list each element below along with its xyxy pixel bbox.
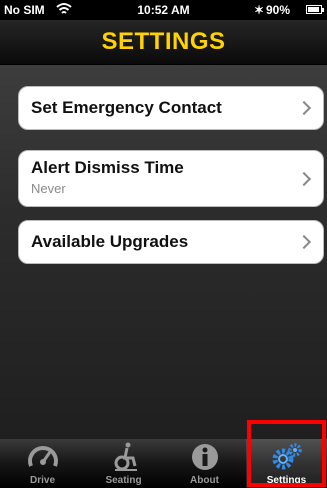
chevron-right-icon bbox=[296, 100, 312, 116]
available-upgrades-row[interactable]: Available Upgrades bbox=[18, 220, 324, 264]
settings-highlight-box bbox=[247, 420, 326, 487]
tab-about[interactable]: About bbox=[164, 439, 245, 488]
wheelchair-icon bbox=[114, 442, 137, 471]
chevron-right-icon bbox=[296, 171, 312, 186]
tab-drive[interactable]: Drive bbox=[2, 439, 83, 488]
tab-seating[interactable]: Seating bbox=[83, 439, 164, 488]
set-emergency-contact-row[interactable]: Set Emergency Contact bbox=[18, 86, 324, 130]
tab-about-label: About bbox=[190, 475, 219, 486]
tab-seating-label: Seating bbox=[105, 475, 142, 486]
battery-icon bbox=[306, 5, 324, 14]
speedometer-icon bbox=[28, 446, 58, 467]
battery-percent: 90% bbox=[266, 3, 291, 17]
info-icon bbox=[192, 444, 218, 470]
battery-fill bbox=[308, 7, 319, 12]
bluetooth-icon: ✶ bbox=[254, 3, 265, 17]
alert-dismiss-time-label: Alert Dismiss Time bbox=[31, 158, 184, 177]
tab-drive-label: Drive bbox=[29, 475, 55, 486]
settings-list: Set Emergency Contact Alert Dismiss Time… bbox=[0, 65, 327, 439]
chevron-right-icon bbox=[296, 234, 312, 250]
alert-dismiss-time-value: Never bbox=[31, 181, 66, 196]
set-emergency-contact-label: Set Emergency Contact bbox=[31, 98, 222, 117]
alert-dismiss-time-row[interactable]: Alert Dismiss Time Never bbox=[18, 150, 324, 207]
navigation-bar: SETTINGS bbox=[0, 20, 327, 65]
status-bar: No SIM 10:52 AM ✶ 90% bbox=[0, 0, 327, 20]
available-upgrades-label: Available Upgrades bbox=[31, 232, 189, 251]
page-title: SETTINGS bbox=[101, 28, 226, 55]
